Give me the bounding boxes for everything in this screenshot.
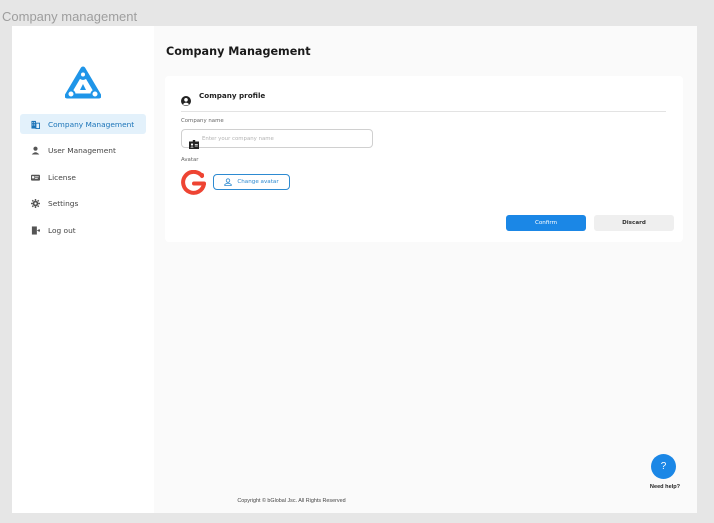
sidebar-item-label: License <box>48 172 76 182</box>
window-title: Company management <box>2 9 138 24</box>
logout-door-icon <box>31 226 40 235</box>
change-avatar-button[interactable]: Change avatar <box>213 174 290 190</box>
company-name-field[interactable] <box>181 129 373 149</box>
id-card-icon <box>189 134 199 149</box>
card-title: Company profile <box>199 91 266 100</box>
change-avatar-label: Change avatar <box>237 179 279 185</box>
discard-button[interactable]: Discard <box>594 215 674 231</box>
user-circle-icon <box>181 91 191 106</box>
sidebar-item-label: Settings <box>48 199 79 209</box>
user-outline-icon <box>224 178 232 186</box>
sidebar-item-settings[interactable]: Settings <box>20 194 146 214</box>
footer-copyright: Copyright © bGlobal Jsc. All Rights Rese… <box>237 498 346 504</box>
user-icon <box>31 146 40 155</box>
sidebar-item-label: Company Management <box>48 119 135 129</box>
page-title: Company Management <box>166 45 311 58</box>
sidebar: Company Management User Management Licen… <box>12 26 154 513</box>
sidebar-item-license[interactable]: License <box>20 167 146 187</box>
building-icon <box>31 120 40 129</box>
company-name-input[interactable] <box>202 135 362 142</box>
app-logo <box>64 66 102 100</box>
sidebar-item-label: Log out <box>48 225 76 235</box>
license-card-icon <box>31 173 40 182</box>
help-label: Need help? <box>649 484 681 490</box>
avatar-label: Avatar <box>181 157 199 163</box>
confirm-button[interactable]: Confirm <box>506 215 586 231</box>
sidebar-nav: Company Management User Management Licen… <box>20 114 146 247</box>
help-button[interactable]: ? <box>651 454 676 479</box>
company-avatar <box>181 169 206 195</box>
sidebar-item-company-management[interactable]: Company Management <box>20 114 146 134</box>
company-name-label: Company name <box>181 118 224 124</box>
sidebar-item-log-out[interactable]: Log out <box>20 220 146 240</box>
question-mark-icon: ? <box>660 461 667 472</box>
card-header: Company profile <box>181 91 666 112</box>
main-content: Company Management Company profile Compa… <box>154 26 697 513</box>
app-frame: Company Management User Management Licen… <box>12 26 697 513</box>
sidebar-item-label: User Management <box>48 146 116 156</box>
company-profile-card: Company profile Company name Avatar Ch <box>165 76 683 242</box>
sidebar-item-user-management[interactable]: User Management <box>20 141 146 161</box>
gear-icon <box>31 199 40 209</box>
